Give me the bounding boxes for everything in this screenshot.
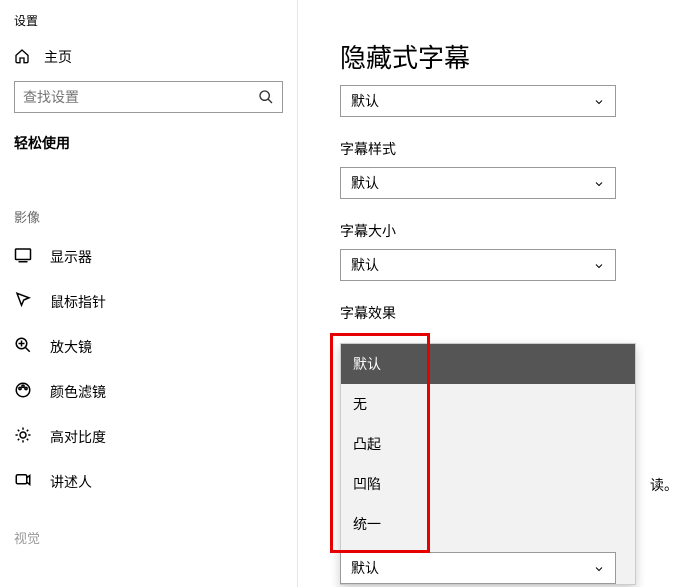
combo-value: 默认: [351, 91, 379, 111]
combo-caption-style[interactable]: 默认: [340, 167, 616, 199]
group-label-cutoff: 视觉: [0, 504, 297, 555]
dropdown-caption-effect[interactable]: 默认 无 凸起 凹陷 统一 投影: [340, 343, 636, 585]
sidebar-item-colorfilter[interactable]: 颜色滤镜: [0, 369, 297, 414]
dropdown-option[interactable]: 凹陷: [341, 464, 635, 504]
sidebar-item-narrator[interactable]: 讲述人: [0, 459, 297, 504]
field-label-size: 字幕大小: [340, 221, 637, 241]
chevron-down-icon: [593, 562, 605, 574]
section-label: 轻松使用: [0, 129, 297, 171]
sidebar-item-label: 鼠标指针: [50, 292, 106, 312]
chevron-down-icon: [593, 259, 605, 271]
combo-value: 默认: [351, 255, 379, 275]
settings-title: 设置: [0, 8, 297, 41]
display-icon: [14, 246, 32, 267]
dropdown-option[interactable]: 无: [341, 384, 635, 424]
search-input[interactable]: [23, 89, 258, 105]
sidebar-item-magnifier[interactable]: 放大镜: [0, 324, 297, 369]
sidebar-item-label: 放大镜: [50, 337, 92, 357]
search-icon: [258, 89, 274, 105]
trailing-text: 读。: [650, 475, 677, 495]
sidebar-item-cursor[interactable]: 鼠标指针: [0, 279, 297, 324]
search-box[interactable]: [14, 81, 283, 113]
dropdown-option[interactable]: 统一: [341, 504, 635, 544]
field-label-style: 字幕样式: [340, 139, 637, 159]
dropdown-option[interactable]: 凸起: [341, 424, 635, 464]
group-label-video: 影像: [0, 171, 297, 234]
sidebar-item-label: 高对比度: [50, 427, 106, 447]
palette-icon: [14, 381, 32, 402]
cursor-icon: [14, 291, 32, 312]
sidebar-item-label: 显示器: [50, 247, 92, 267]
magnifier-icon: [14, 336, 32, 357]
sidebar-item-label: 讲述人: [50, 472, 92, 492]
combo-value: 默认: [351, 173, 379, 193]
dropdown-option[interactable]: 默认: [341, 344, 635, 384]
home-nav[interactable]: 主页: [0, 41, 297, 81]
sidebar-item-label: 颜色滤镜: [50, 382, 106, 402]
home-label: 主页: [44, 47, 72, 67]
page-title: 隐藏式字幕: [340, 38, 637, 75]
narrator-icon: [14, 471, 32, 492]
chevron-down-icon: [593, 95, 605, 107]
home-icon: [14, 48, 30, 67]
sidebar: 设置 主页 轻松使用 影像 显示器 鼠标指针 放大镜 颜色滤镜 高对比度 讲述人…: [0, 0, 298, 587]
combo-value: 默认: [351, 558, 379, 578]
combo-caption-size[interactable]: 默认: [340, 249, 616, 281]
contrast-icon: [14, 426, 32, 447]
combo-caption-font[interactable]: 默认: [340, 85, 616, 117]
chevron-down-icon: [593, 177, 605, 189]
sidebar-item-display[interactable]: 显示器: [0, 234, 297, 279]
combo-below[interactable]: 默认: [340, 552, 616, 584]
field-label-effect: 字幕效果: [340, 303, 637, 323]
sidebar-item-contrast[interactable]: 高对比度: [0, 414, 297, 459]
